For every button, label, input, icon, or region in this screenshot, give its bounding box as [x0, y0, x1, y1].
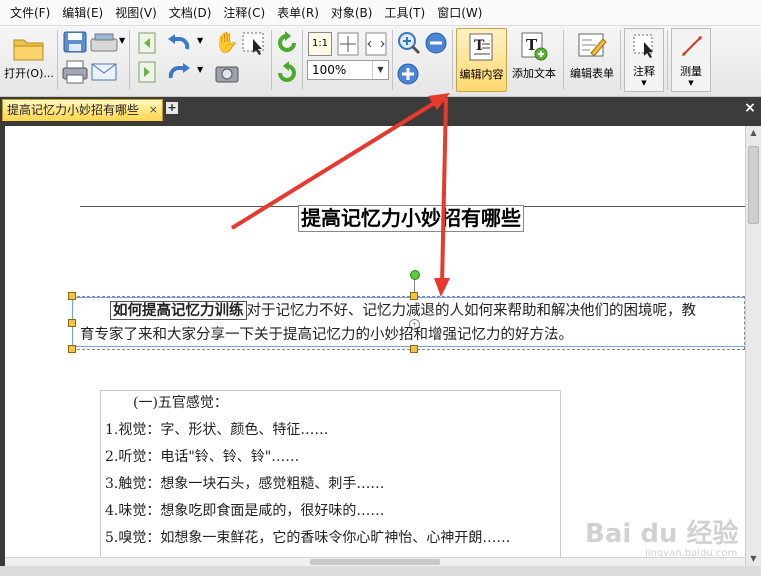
annotate-icon: [633, 34, 653, 58]
menu-form[interactable]: 表单(R): [271, 0, 325, 26]
open-label: 打开(O)...: [4, 67, 54, 80]
toolbar-separator: [271, 30, 272, 90]
measure-button[interactable]: 测量 ▼: [671, 28, 711, 92]
resize-handle-middle-left[interactable]: [68, 319, 76, 327]
menu-file[interactable]: 文件(F): [4, 0, 56, 26]
watermark-logo: Bai du 经验: [585, 519, 739, 549]
toolbar-separator: [452, 30, 453, 90]
menu-tools[interactable]: 工具(T): [378, 0, 431, 26]
scanner-icon[interactable]: [90, 31, 120, 53]
fit-page-icon[interactable]: [336, 32, 360, 56]
resize-handle-top-left[interactable]: [68, 292, 76, 300]
zoom-select[interactable]: 100% ▼: [307, 60, 389, 80]
list-item: 1.视觉：字、形状、颜色、特征……: [105, 422, 329, 438]
fit-width-icon[interactable]: [364, 32, 388, 56]
redo-dropdown-icon[interactable]: ▼: [197, 65, 203, 74]
svg-text:T: T: [474, 38, 485, 54]
folder-icon: [13, 39, 44, 61]
status-bar: [0, 566, 761, 576]
menu-edit[interactable]: 编辑(E): [56, 0, 109, 26]
snapshot-icon[interactable]: [214, 62, 240, 84]
list-item: 3.触觉：想象一块石头，感觉粗糙、刺手……: [105, 476, 385, 492]
paragraph-lead: 如何提高记忆力训练: [110, 301, 247, 320]
scroll-up-icon[interactable]: ▲: [746, 126, 761, 140]
paragraph[interactable]: 如何提高记忆力训练 对于记忆力不好、记忆力减退的人如何来帮助和解决他们的困境呢，教…: [80, 298, 745, 348]
rotate-handle[interactable]: [410, 270, 420, 280]
tab-document[interactable]: 提高记忆力小妙招有哪些 ×: [2, 99, 163, 121]
add-text-label: 添加文本: [512, 67, 556, 80]
list-box[interactable]: (一)五官感觉： 1.视觉：字、形状、颜色、特征…… 2.听觉：电话"铃、铃、铃…: [100, 390, 561, 566]
undo-dropdown-icon[interactable]: ▼: [197, 36, 203, 45]
add-text-button[interactable]: T 添加文本: [508, 28, 560, 92]
toolbar-separator: [302, 30, 303, 90]
email-icon[interactable]: [91, 61, 117, 83]
list-item: 4.味觉：想象吃即食面是咸的，很好味的……: [105, 503, 385, 519]
tab-label: 提高记忆力小妙招有哪些: [7, 103, 140, 117]
measure-icon: [682, 36, 702, 56]
edit-form-icon: [578, 33, 607, 57]
toolbar-separator: [129, 30, 130, 90]
toolbar-separator: [563, 30, 564, 90]
chevron-down-icon[interactable]: ▼: [372, 61, 388, 79]
tab-bar: 提高记忆力小妙招有哪些 × + ×: [0, 97, 761, 121]
edit-content-label: 编辑内容: [459, 68, 504, 81]
zoom-value: 100%: [312, 63, 347, 77]
rotate-right-icon[interactable]: [275, 61, 299, 85]
list-heading: (一)五官感觉：: [133, 395, 228, 411]
toolbar: 打开(O)... ▼ ▼ ▼ ✋ 1:1 100% ▼ T 编辑内容 T 添加文…: [0, 26, 761, 97]
document-area: 提高记忆力小妙招有哪些 + 如何提高记忆力训练 对于记忆力不好、记忆力减退的人如何…: [0, 121, 761, 576]
scroll-down-icon[interactable]: ▼: [746, 552, 761, 566]
new-tab-button[interactable]: +: [166, 102, 178, 114]
close-all-tabs-icon[interactable]: ×: [743, 101, 757, 115]
save-icon[interactable]: [63, 31, 87, 53]
toolbar-separator: [667, 30, 668, 90]
add-text-icon: T: [521, 32, 548, 61]
edit-form-label: 编辑表单: [570, 67, 614, 80]
zoom-out-icon[interactable]: [425, 32, 447, 54]
actual-size-button[interactable]: 1:1: [308, 32, 332, 56]
toolbar-separator: [620, 30, 621, 90]
resize-handle-bottom-left[interactable]: [68, 345, 76, 353]
list-item: 2.听觉：电话"铃、铃、铃"……: [105, 449, 300, 465]
measure-label: 测量: [680, 65, 702, 78]
print-icon[interactable]: [62, 60, 88, 84]
edit-content-icon: T: [469, 33, 493, 61]
toolbar-separator: [392, 30, 393, 90]
annotate-label: 注释: [633, 65, 655, 78]
edit-content-button[interactable]: T 编辑内容: [456, 28, 507, 92]
zoom-tool-icon[interactable]: [397, 31, 421, 55]
menu-comment[interactable]: 注释(C): [217, 0, 271, 26]
scanner-dropdown-icon[interactable]: ▼: [119, 36, 125, 45]
horizontal-scrollbar[interactable]: [5, 557, 745, 566]
paragraph-line-2: 育专家了来和大家分享一下关于提高记忆力的小妙招和增强记忆力的好方法。: [80, 327, 573, 343]
vertical-scrollbar[interactable]: ▲ ▼: [745, 126, 761, 566]
menu-document[interactable]: 文档(D): [163, 0, 218, 26]
horizontal-scroll-thumb[interactable]: [310, 559, 440, 565]
edit-form-button[interactable]: 编辑表单: [566, 28, 618, 92]
open-button[interactable]: 打开(O)...: [2, 28, 56, 92]
rotate-left-icon[interactable]: [275, 31, 299, 55]
toolbar-separator: [57, 30, 58, 90]
next-page-icon[interactable]: [136, 61, 158, 83]
tab-close-icon[interactable]: ×: [149, 100, 158, 120]
document-title[interactable]: 提高记忆力小妙招有哪些: [298, 205, 524, 232]
menu-bar: 文件(F) 编辑(E) 视图(V) 文档(D) 注释(C) 表单(R) 对象(B…: [0, 0, 761, 26]
annotate-button[interactable]: 注释 ▼: [624, 28, 664, 92]
hand-tool-icon[interactable]: ✋: [214, 30, 239, 54]
annotate-dropdown-icon[interactable]: ▼: [625, 79, 663, 87]
menu-object[interactable]: 对象(B): [325, 0, 379, 26]
list-item: 5.嗅觉：如想象一束鲜花，它的香味令你心旷神怡、心神开朗……: [105, 530, 511, 546]
paragraph-line-1: 对于记忆力不好、记忆力减退的人如何来帮助和解决他们的困境呢，教: [246, 303, 697, 319]
zoom-in-icon[interactable]: [397, 63, 419, 85]
measure-dropdown-icon[interactable]: ▼: [672, 79, 710, 87]
redo-icon[interactable]: [165, 61, 193, 83]
menu-view[interactable]: 视图(V): [109, 0, 163, 26]
previous-page-icon[interactable]: [136, 32, 158, 54]
document-page[interactable]: 提高记忆力小妙招有哪些 + 如何提高记忆力训练 对于记忆力不好、记忆力减退的人如何…: [5, 126, 745, 566]
vertical-scroll-thumb[interactable]: [748, 146, 759, 224]
menu-window[interactable]: 窗口(W): [431, 0, 488, 26]
actual-size-label: 1:1: [311, 38, 329, 49]
select-text-icon[interactable]: [241, 31, 267, 55]
undo-icon[interactable]: [165, 32, 193, 54]
